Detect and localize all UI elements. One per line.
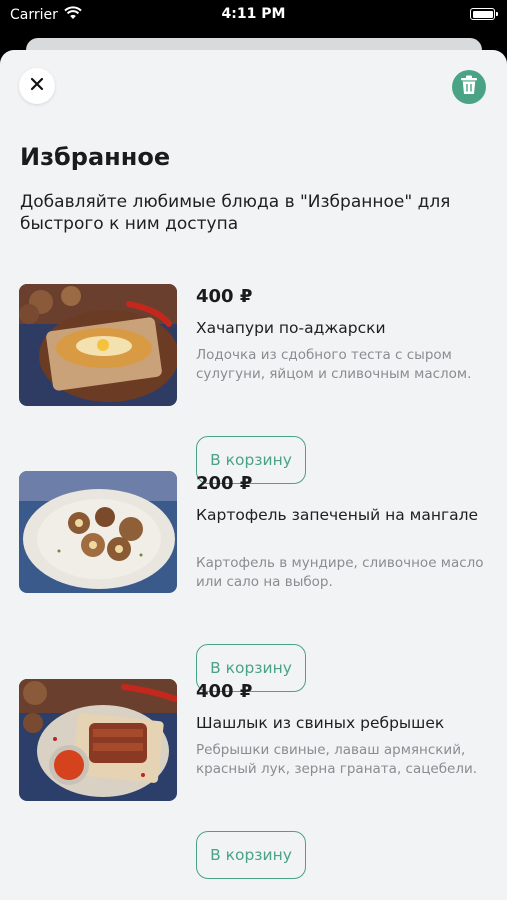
favorites-sheet: Избранное Добавляйте любимые блюда в "Из… xyxy=(0,50,507,900)
clear-favorites-button[interactable] xyxy=(452,70,486,104)
item-name[interactable]: Шашлык из свиных ребрышек xyxy=(196,713,491,734)
dish-image[interactable] xyxy=(19,679,177,801)
item-name[interactable]: Картофель запеченый на мангале xyxy=(196,505,491,526)
dish-image[interactable] xyxy=(19,471,177,593)
close-button[interactable] xyxy=(19,68,55,104)
close-icon xyxy=(29,76,45,96)
battery-icon xyxy=(470,8,498,20)
item-description: Лодочка из сдобного теста с сыром сулугу… xyxy=(196,347,472,382)
favorite-item: 200 ₽ Картофель запеченый на мангале Кар… xyxy=(0,471,507,692)
page-subtitle: Добавляйте любимые блюда в "Избранное" д… xyxy=(20,192,451,234)
favorite-item: 400 ₽ Шашлык из свиных ребрышек Ребрышки… xyxy=(0,679,507,879)
add-to-cart-button[interactable]: В корзину xyxy=(196,831,306,879)
status-time: 4:11 PM xyxy=(221,6,286,22)
item-price: 200 ₽ xyxy=(196,473,253,494)
page-title: Избранное xyxy=(20,143,171,171)
item-price: 400 ₽ xyxy=(196,681,253,702)
item-description: Картофель в мундире, сливочное масло или… xyxy=(196,555,484,590)
dish-image[interactable] xyxy=(19,284,177,406)
status-bar: Carrier 4:11 PM xyxy=(0,0,507,30)
item-name[interactable]: Хачапури по-аджарски xyxy=(196,318,491,339)
item-price: 400 ₽ xyxy=(196,286,253,307)
favorite-item: 400 ₽ Хачапури по-аджарски Лодочка из сд… xyxy=(0,284,507,484)
trash-icon xyxy=(460,75,478,99)
item-description: Ребрышки свиные, лаваш армянский, красны… xyxy=(196,742,478,777)
